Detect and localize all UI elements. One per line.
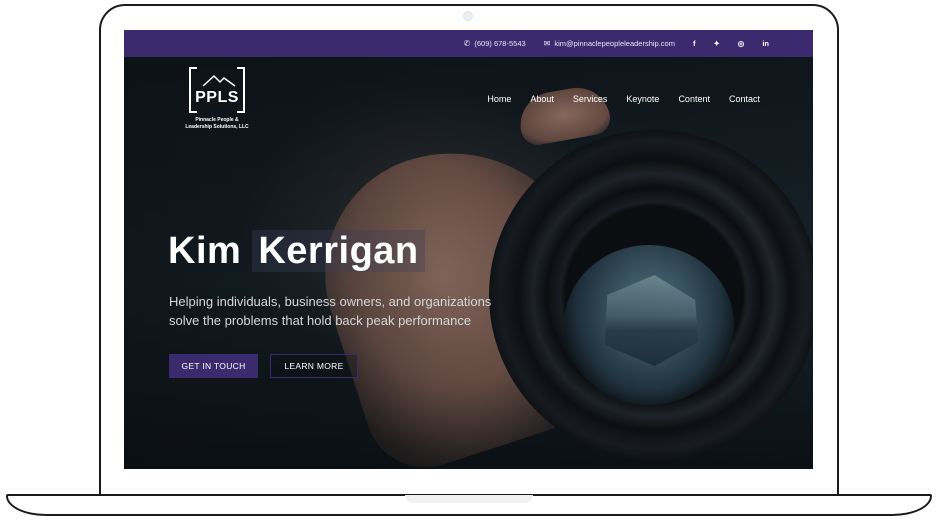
hero-first-name: Kim [168,230,242,272]
hero-heading: Kim Kerrigan [168,230,425,273]
email-address: kim@pinnaclepeopleleadership.com [554,39,675,48]
top-contact-bar: ✆ (609) 678-5543 ✉ kim@pinnaclepeoplelea… [124,30,813,57]
hero-tagline: Helping individuals, business owners, an… [169,292,549,330]
webcam [463,11,473,21]
website-screen: ✆ (609) 678-5543 ✉ kim@pinnaclepeoplelea… [124,30,813,469]
facebook-icon[interactable]: f [693,39,696,48]
nav-content[interactable]: Content [678,94,710,104]
nav-about[interactable]: About [530,94,554,104]
hero-last-name: Kerrigan [252,230,425,272]
logo-mark: PPLS [195,89,239,106]
linkedin-icon[interactable]: in [762,39,769,48]
nav-contact[interactable]: Contact [729,94,760,104]
main-navigation: Home About Services Keynote Content Cont… [487,94,760,104]
logo-company-name: Pinnacle People & Leadership Solutions, … [185,117,249,130]
laptop-frame: ✆ (609) 678-5543 ✉ kim@pinnaclepeoplelea… [0,0,938,529]
nav-services[interactable]: Services [573,94,608,104]
email-link[interactable]: ✉ kim@pinnaclepeopleleadership.com [544,39,675,48]
tagline-line-1: Helping individuals, business owners, an… [169,294,492,309]
phone-link[interactable]: ✆ (609) 678-5543 [464,39,526,48]
twitter-icon[interactable]: ✦ [713,39,719,48]
logo-frame: PPLS [189,67,245,113]
nav-keynote[interactable]: Keynote [626,94,659,104]
get-in-touch-button[interactable]: GET IN TOUCH [169,354,258,378]
nav-home[interactable]: Home [487,94,511,104]
phone-icon: ✆ [463,39,471,48]
phone-number: (609) 678-5543 [474,39,526,48]
instagram-icon[interactable]: ◎ [738,39,745,48]
laptop-notch [405,495,533,503]
envelope-icon: ✉ [543,39,551,48]
site-logo[interactable]: PPLS Pinnacle People & Leadership Soluti… [177,67,257,131]
learn-more-button[interactable]: LEARN MORE [270,354,358,378]
tagline-line-2: solve the problems that hold back peak p… [169,313,472,328]
mountain-icon [202,74,236,87]
